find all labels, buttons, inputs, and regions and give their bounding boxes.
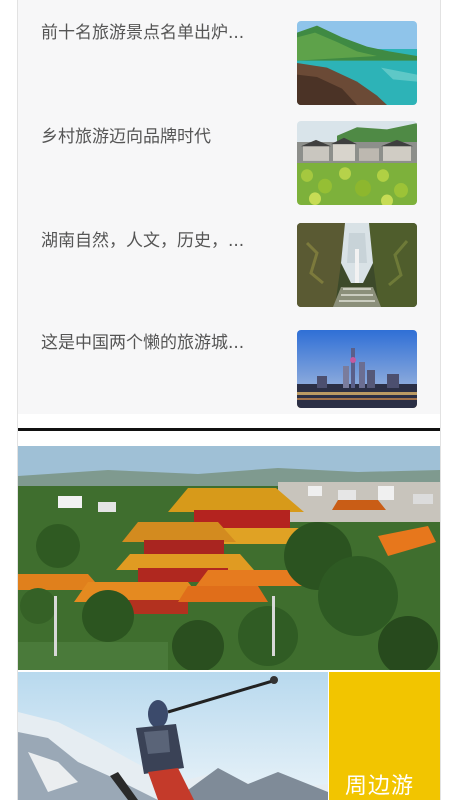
coastline-photo-icon: [297, 21, 417, 105]
city-skyline-photo-icon: [297, 330, 417, 408]
nearby-travel-tile[interactable]: 周边游: [329, 672, 440, 800]
skier-photo-icon: [18, 672, 328, 800]
canyon-bridge-photo-icon: [297, 223, 417, 307]
nearby-travel-label: 周边游: [345, 774, 415, 799]
temple-aerial-photo-icon: [18, 446, 440, 670]
app-frame: 前十名旅游景点名单出炉... 乡村旅游迈向品牌时代 湖南自然，人文，历史，...…: [17, 0, 441, 800]
section-divider: [18, 428, 440, 431]
ski-banner[interactable]: [18, 672, 328, 800]
news-item[interactable]: 前十名旅游景点名单出炉...: [18, 6, 440, 109]
lotus-village-photo-icon: [297, 121, 417, 205]
news-title: 乡村旅游迈向品牌时代: [41, 127, 211, 147]
news-list: 前十名旅游景点名单出炉... 乡村旅游迈向品牌时代 湖南自然，人文，历史，...…: [18, 0, 440, 414]
temple-banner[interactable]: [18, 446, 440, 670]
city-skyline-thumbnail[interactable]: [297, 330, 417, 408]
news-item[interactable]: 乡村旅游迈向品牌时代: [18, 110, 440, 213]
canyon-bridge-thumbnail[interactable]: [297, 223, 417, 307]
news-title: 湖南自然，人文，历史，...: [41, 231, 245, 251]
lotus-village-thumbnail[interactable]: [297, 121, 417, 205]
coastline-thumbnail[interactable]: [297, 21, 417, 105]
news-title: 这是中国两个懒的旅游城...: [41, 333, 245, 353]
news-item[interactable]: 湖南自然，人文，历史，...: [18, 214, 440, 317]
news-title: 前十名旅游景点名单出炉...: [41, 23, 245, 43]
news-item[interactable]: 这是中国两个懒的旅游城...: [18, 316, 440, 419]
